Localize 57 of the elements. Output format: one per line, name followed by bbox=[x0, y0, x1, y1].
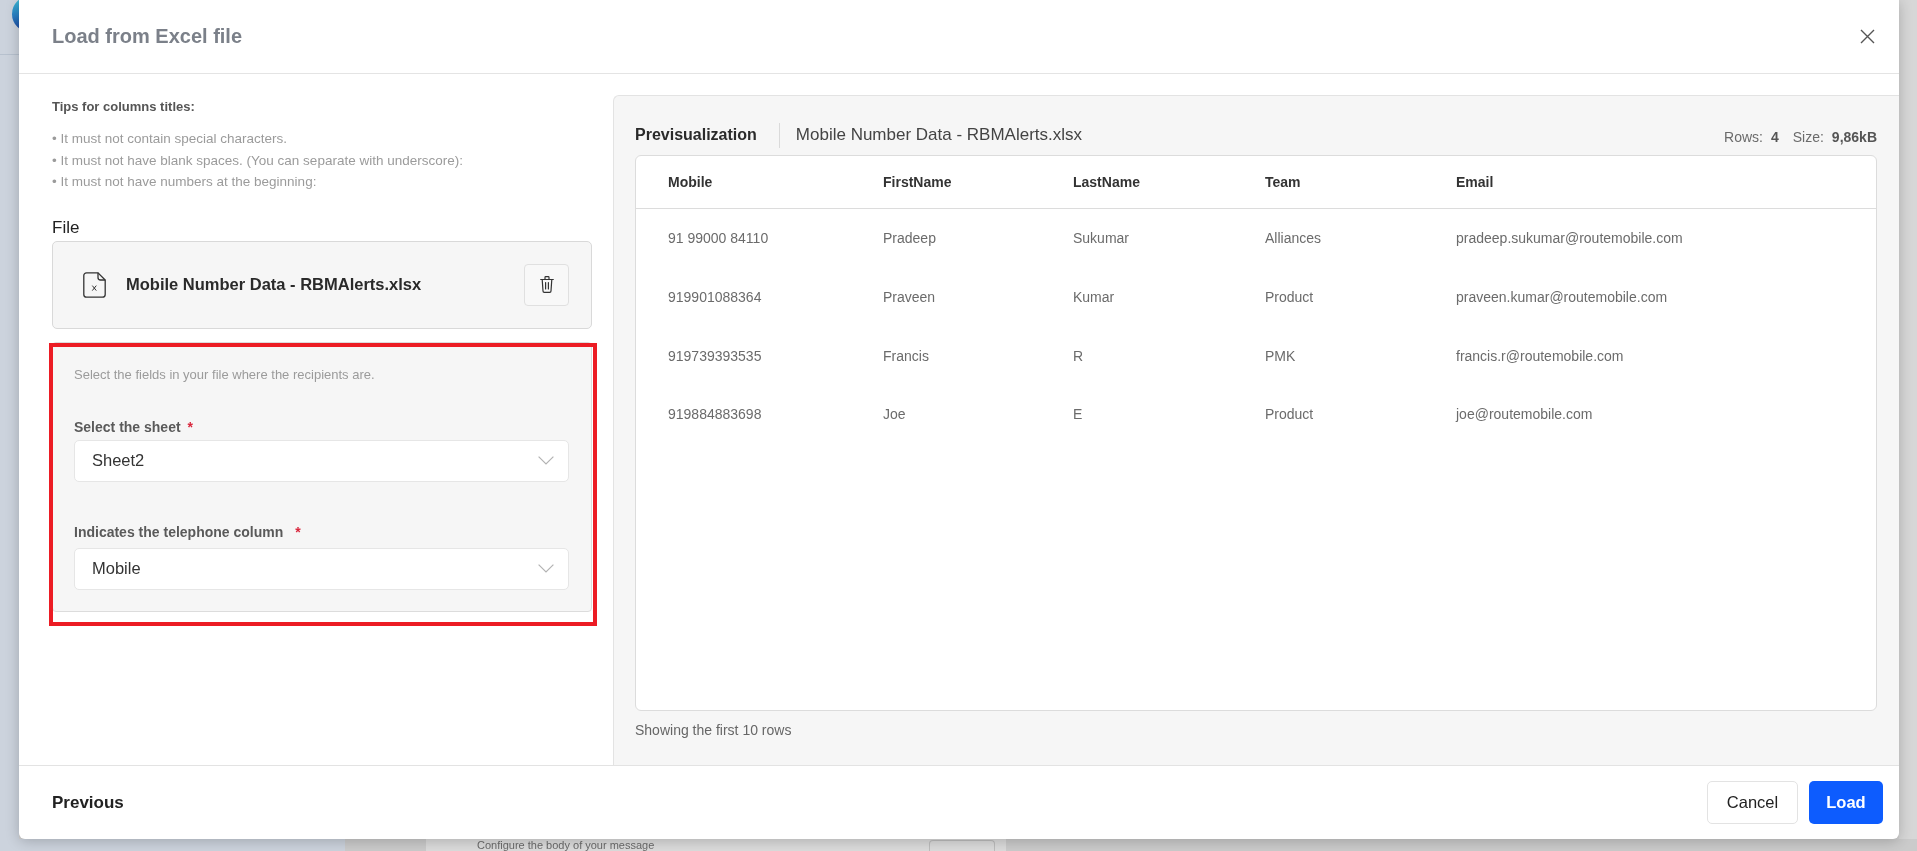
file-name: Mobile Number Data - RBMAlerts.xlsx bbox=[126, 275, 422, 294]
column-header: Email bbox=[1456, 174, 1494, 190]
required-mark: * bbox=[187, 417, 194, 436]
table-cell: Francis bbox=[883, 347, 929, 364]
file-label: File bbox=[52, 216, 80, 239]
tips-title: Tips for columns titles: bbox=[52, 98, 195, 116]
table-cell: pradeep.sukumar@routemobile.com bbox=[1456, 230, 1683, 247]
table-cell: Alliances bbox=[1265, 230, 1322, 247]
table-cell: 919884883698 bbox=[668, 406, 762, 423]
dropdown-field[interactable]: Sheet2 bbox=[74, 439, 569, 482]
table-cell: Product bbox=[1265, 406, 1314, 423]
column-header: LastName bbox=[1073, 174, 1140, 190]
cancel-button[interactable]: Cancel bbox=[1707, 781, 1798, 824]
table-cell: E bbox=[1073, 406, 1083, 423]
table-cell: praveen.kumar@routemobile.com bbox=[1456, 289, 1668, 306]
preview-file-name: Mobile Number Data - RBMAlerts.xlsx bbox=[795, 124, 1083, 146]
column-header: Team bbox=[1265, 174, 1301, 190]
table-cell: Sukumar bbox=[1073, 230, 1130, 247]
table-cell: PMK bbox=[1265, 347, 1296, 364]
table-cell: joe@routemobile.com bbox=[1456, 406, 1593, 423]
table-cell: Product bbox=[1265, 289, 1314, 306]
chevron-down-icon bbox=[538, 456, 554, 465]
table-cell: francis.r@routemobile.com bbox=[1456, 347, 1624, 364]
close-icon bbox=[1860, 29, 1875, 44]
table-cell: R bbox=[1073, 347, 1084, 364]
chevron-down-icon bbox=[538, 564, 554, 573]
table-cell: Kumar bbox=[1073, 289, 1115, 306]
dialog-title: Load from Excel file bbox=[52, 25, 243, 48]
section-label: Configure the body of your message bbox=[477, 839, 655, 851]
table-cell: 919739393535 bbox=[668, 347, 762, 364]
load-button[interactable]: Load bbox=[1809, 781, 1883, 824]
stat-value: 4 bbox=[1770, 129, 1779, 145]
close-button[interactable] bbox=[1860, 29, 1875, 44]
stat-value: 9,86kB bbox=[1831, 129, 1877, 145]
tip-text: • It must not have numbers at the beginning: bbox=[52, 173, 317, 191]
stat-label: Size: bbox=[1792, 129, 1824, 145]
tip-text: • It must not have blank spaces. (You can separate with underscore): bbox=[52, 151, 463, 170]
dropdown-field[interactable]: Mobile bbox=[74, 547, 569, 590]
recipients-hint: Select the fields in your file where the recipients are. bbox=[74, 365, 375, 384]
trash-icon bbox=[539, 276, 554, 293]
stat-label: Rows: bbox=[1724, 129, 1763, 145]
delete-button[interactable] bbox=[524, 263, 569, 306]
tip-text: • It must not contain special characters. bbox=[52, 130, 288, 148]
table-cell: Pradeep bbox=[883, 230, 936, 247]
spreadsheet-file-icon bbox=[83, 271, 106, 298]
required-mark: * bbox=[295, 522, 301, 541]
table-cell: 91 99000 84110 bbox=[668, 230, 769, 247]
table-cell: Joe bbox=[883, 406, 906, 423]
previous-button[interactable]: Previous bbox=[52, 792, 124, 813]
table-cell: 919901088364 bbox=[668, 289, 762, 306]
rows-note: Showing the first 10 rows bbox=[635, 721, 792, 739]
column-header: Mobile bbox=[668, 174, 713, 190]
table-cell: Praveen bbox=[883, 289, 936, 306]
column-header: FirstName bbox=[883, 174, 952, 190]
preview-title: Previsualization bbox=[635, 125, 757, 145]
field-label: Indicates the telephone column bbox=[74, 522, 284, 541]
field-label: Select the sheet bbox=[74, 417, 181, 436]
